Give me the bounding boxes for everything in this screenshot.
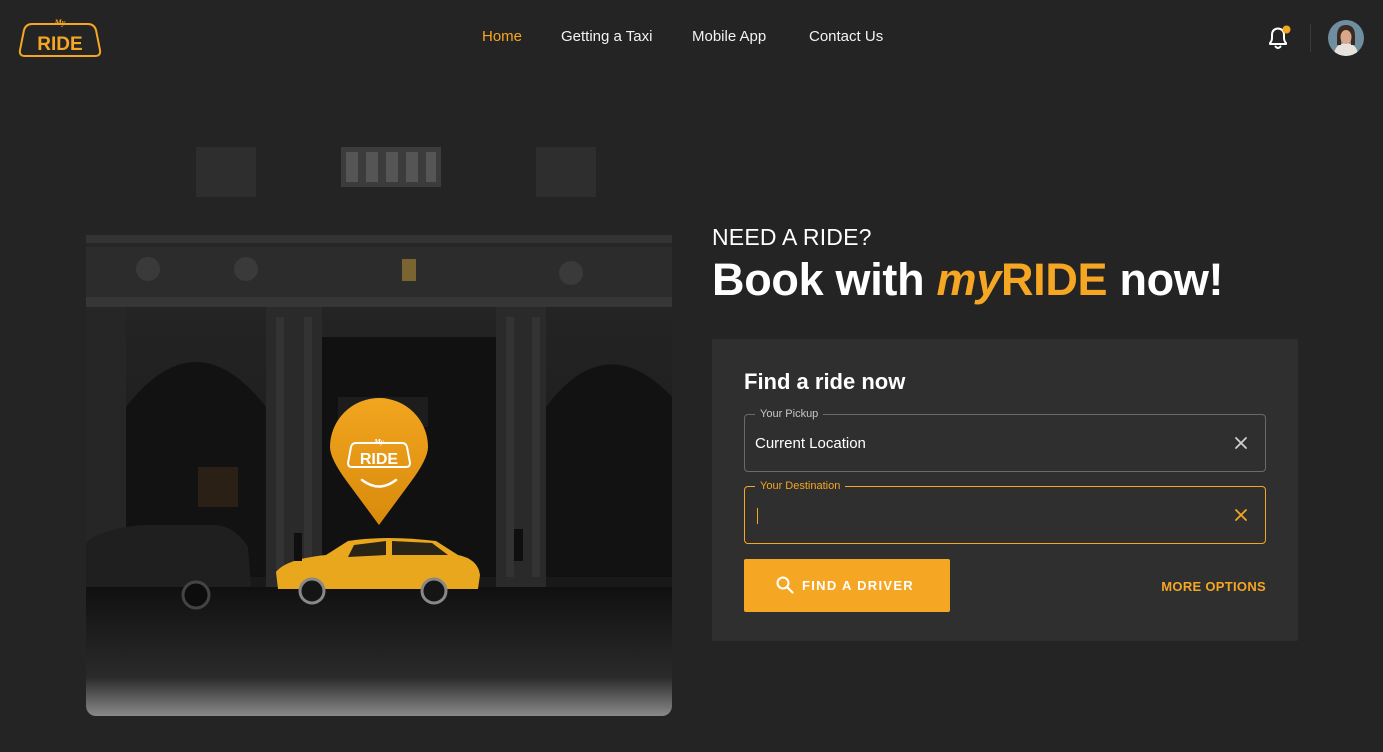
- pickup-label: Your Pickup: [755, 407, 824, 421]
- nav-item-getting-a-taxi[interactable]: Getting a Taxi: [561, 28, 652, 45]
- close-icon[interactable]: [1231, 433, 1251, 453]
- headline-prefix: Book with: [712, 254, 937, 305]
- logo-small-text: My: [54, 18, 66, 27]
- find-driver-button[interactable]: FIND A DRIVER: [744, 559, 950, 612]
- pin-logo-small-text: My: [373, 438, 384, 446]
- headline-brand-ride: RIDE: [1000, 254, 1108, 305]
- eyebrow-text: NEED A RIDE?: [712, 224, 872, 250]
- ride-finder-card: Find a ride now Your Pickup Your Destina…: [712, 339, 1298, 641]
- nav-item-mobile-app[interactable]: Mobile App: [692, 28, 766, 45]
- avatar[interactable]: [1328, 20, 1364, 56]
- close-icon[interactable]: [1231, 505, 1251, 525]
- search-icon: [776, 576, 794, 594]
- destination-input[interactable]: [755, 501, 1215, 529]
- header-divider: [1310, 24, 1311, 52]
- destination-field[interactable]: Your Destination: [744, 479, 1266, 544]
- pin-logo-text: RIDE: [360, 451, 399, 468]
- nav-item-home[interactable]: Home: [482, 28, 522, 45]
- more-options-button[interactable]: MORE OPTIONS: [1161, 579, 1266, 594]
- destination-label: Your Destination: [755, 479, 846, 493]
- notification-badge: [1282, 25, 1291, 34]
- headline-suffix: now!: [1107, 254, 1224, 305]
- top-navigation-bar: RIDE My Home Getting a Taxi Mobile App C…: [0, 0, 1383, 76]
- nav-item-contact-us[interactable]: Contact Us: [809, 28, 883, 45]
- main-nav: Home Getting a Taxi Mobile App Contact U…: [0, 28, 1383, 48]
- find-driver-label: FIND A DRIVER: [802, 578, 914, 593]
- pickup-input[interactable]: [755, 429, 1215, 457]
- page-title: Book with myRIDE now!: [712, 254, 1224, 306]
- pickup-field[interactable]: Your Pickup: [744, 407, 1266, 472]
- card-title: Find a ride now: [744, 369, 906, 394]
- bell-icon[interactable]: [1266, 24, 1292, 52]
- headline-brand-my: my: [936, 254, 1001, 305]
- hero-image: RIDE My: [86, 147, 672, 716]
